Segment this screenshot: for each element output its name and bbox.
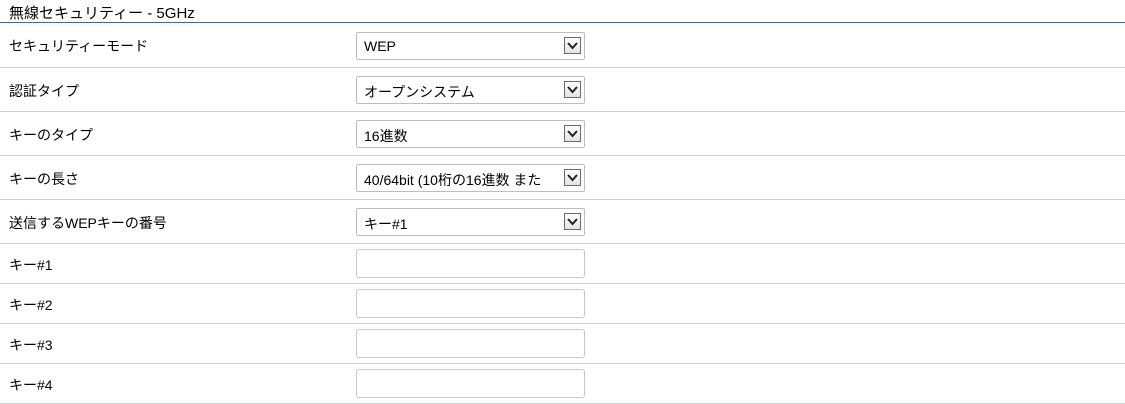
tx-key-index-value: キー#1 [364, 216, 408, 232]
chevron-down-icon[interactable] [564, 169, 581, 186]
key-type-value: 16進数 [364, 128, 408, 144]
key-type-label: キーのタイプ [9, 127, 93, 143]
key4-row: キー#4 [0, 364, 1125, 404]
key-length-label: キーの長さ [9, 171, 79, 187]
key1-row: キー#1 [0, 244, 1125, 284]
security-mode-value: WEP [364, 38, 396, 54]
auth-type-select[interactable]: オープンシステム [356, 76, 585, 104]
key4-input[interactable] [356, 369, 585, 398]
key-type-select[interactable]: 16進数 [356, 120, 585, 148]
auth-type-row: 認証タイプ オープンシステム [0, 68, 1125, 112]
tx-key-index-select[interactable]: キー#1 [356, 208, 585, 236]
chevron-down-icon[interactable] [564, 125, 581, 142]
key2-row: キー#2 [0, 284, 1125, 324]
key-length-row: キーの長さ 40/64bit (10桁の16進数 また [0, 156, 1125, 200]
key3-label: キー#3 [9, 337, 53, 353]
tx-key-index-row: 送信するWEPキーの番号 キー#1 [0, 200, 1125, 244]
section-title: 無線セキュリティー - 5GHz [9, 5, 195, 22]
security-mode-select[interactable]: WEP [356, 32, 585, 60]
key3-input[interactable] [356, 329, 585, 358]
chevron-down-icon[interactable] [564, 81, 581, 98]
key3-row: キー#3 [0, 324, 1125, 364]
key-length-select[interactable]: 40/64bit (10桁の16進数 また [356, 164, 585, 192]
key2-label: キー#2 [9, 297, 53, 313]
key1-input[interactable] [356, 249, 585, 278]
key-length-value: 40/64bit (10桁の16進数 また [364, 172, 542, 188]
key-type-row: キーのタイプ 16進数 [0, 112, 1125, 156]
auth-type-value: オープンシステム [364, 84, 475, 100]
key2-input[interactable] [356, 289, 585, 318]
security-mode-label: セキュリティーモード [9, 38, 149, 54]
key1-label: キー#1 [9, 257, 53, 273]
key4-label: キー#4 [9, 377, 53, 393]
chevron-down-icon[interactable] [564, 213, 581, 230]
chevron-down-icon[interactable] [564, 37, 581, 54]
security-mode-row: セキュリティーモード WEP [0, 23, 1125, 68]
section-header: 無線セキュリティー - 5GHz [0, 0, 1125, 23]
tx-key-index-label: 送信するWEPキーの番号 [9, 215, 167, 231]
auth-type-label: 認証タイプ [9, 83, 79, 99]
